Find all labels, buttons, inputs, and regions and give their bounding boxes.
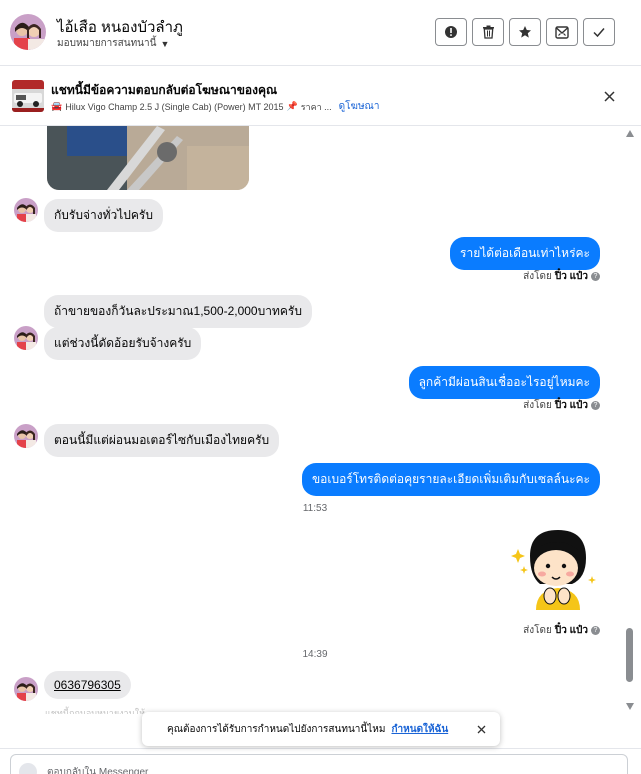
caret-down-icon: ▼ [160, 38, 170, 49]
close-popup-button[interactable] [474, 722, 488, 736]
conversation-header: ไอ้เสือ หนองบัวลำภู มอบหมายการสนทนานี้ ▼ [0, 0, 641, 66]
ad-reply-banner: แชทนี้มีข้อความตอบกลับต่อโฆษณาของคุณ 🚘 H… [0, 66, 641, 126]
phone-number-message[interactable]: 0636796305 [44, 671, 131, 699]
ad-banner-title: แชทนี้มีข้อความตอบกลับต่อโฆษณาของคุณ [51, 83, 278, 97]
sent-by-name: ปิ๋ว แป๋ว [554, 271, 588, 282]
outgoing-message[interactable]: ลูกค้ามีผ่อนสินเชื่ออะไรอยู่ไหมคะ [408, 366, 600, 399]
scroll-down-arrow-icon[interactable] [626, 703, 634, 710]
reply-input[interactable]: ตอบกลับใน Messenger [10, 754, 628, 774]
sent-by-name: ปิ๋ว แป๋ว [554, 400, 588, 411]
trash-icon [482, 25, 494, 39]
car-icon: 🚘 [51, 101, 63, 111]
message-image[interactable] [47, 126, 249, 190]
assign-to-me-link[interactable]: กำหนดให้ฉัน [391, 722, 448, 737]
sent-by-prefix: ส่งโดย [523, 271, 552, 282]
message-thread[interactable]: กับรับจ่างทั่วไปครับ รายได้ต่อเดือนเท่าไ… [0, 126, 622, 714]
close-icon [603, 90, 615, 102]
scroll-thumb[interactable] [626, 628, 633, 682]
check-icon [593, 28, 605, 38]
mark-unread-button[interactable] [546, 18, 578, 46]
help-icon[interactable]: ? [591, 272, 600, 281]
report-button[interactable] [435, 18, 467, 46]
mark-done-button[interactable] [583, 18, 615, 46]
ad-thumbnail[interactable] [12, 80, 44, 112]
help-icon[interactable]: ? [591, 401, 600, 410]
delete-button[interactable] [472, 18, 504, 46]
mark-unread-icon [555, 25, 569, 39]
close-banner-button[interactable] [599, 86, 619, 106]
ad-description: Hilux Vigo Champ 2.5 J (Single Cab) (Pow… [65, 101, 284, 112]
assign-label: มอบหมายการสนทนานี้ [57, 38, 157, 49]
sticker-image[interactable] [510, 524, 602, 616]
sent-by-label: ส่งโดย ปิ๋ว แป๋ว ? [523, 398, 600, 413]
outgoing-message[interactable]: ขอเบอร์โทรติดต่อคุยรายละเอียดเพิ่มเติมกั… [301, 463, 600, 496]
message-timestamp: 11:53 [302, 503, 328, 514]
incoming-message[interactable]: ตอนนี้มีแต่ผ่อนมอเตอร์ไซกับเมืองไทยครับ [44, 424, 280, 457]
ad-price: ราคา ... [300, 101, 332, 112]
assignment-notice: แชทนี้ถูกมอบหมายงานให้ [45, 708, 146, 714]
incoming-message[interactable]: แต่ช่วงนี้ดัดอ้อยรับจ้างครับ [44, 327, 202, 360]
star-button[interactable] [509, 18, 541, 46]
assign-conversation-dropdown[interactable]: มอบหมายการสนทนานี้ ▼ [57, 36, 169, 51]
contact-avatar-small[interactable] [14, 677, 38, 701]
header-actions [435, 18, 615, 46]
sent-by-label: ส่งโดย ปิ๋ว แป๋ว ? [523, 623, 600, 638]
view-ad-link[interactable]: ดูโฆษณา [339, 99, 380, 114]
report-icon [445, 26, 457, 38]
contact-avatar-small[interactable] [14, 198, 38, 222]
sent-by-prefix: ส่งโดย [523, 400, 552, 411]
close-icon [477, 725, 485, 733]
sent-by-prefix: ส่งโดย [523, 625, 552, 636]
sent-by-name: ปิ๋ว แป๋ว [554, 625, 588, 636]
reply-placeholder: ตอบกลับใน Messenger [47, 767, 149, 774]
divider [0, 748, 641, 749]
assign-prompt-text: คุณต้องการได้รับการกำหนดไปยังการสนทนานี้… [167, 723, 386, 735]
sent-by-label: ส่งโดย ปิ๋ว แป๋ว ? [523, 269, 600, 284]
outgoing-message[interactable]: รายได้ต่อเดือนเท่าไหร่คะ [450, 237, 600, 270]
contact-avatar-small[interactable] [14, 326, 38, 350]
incoming-message[interactable]: กับรับจ่างทั่วไปครับ [44, 199, 163, 232]
assign-prompt-popup: คุณต้องการได้รับการกำหนดไปยังการสนทนานี้… [142, 712, 500, 746]
contact-avatar[interactable] [10, 14, 46, 50]
incoming-message[interactable]: ถ้าขายของก็วันละประมาณ1,500-2,000บาทครับ [44, 295, 312, 328]
star-icon [519, 26, 531, 38]
ad-description-line: 🚘 Hilux Vigo Champ 2.5 J (Single Cab) (P… [51, 99, 379, 114]
contact-avatar-small[interactable] [14, 424, 38, 448]
messenger-icon [19, 763, 37, 774]
pin-icon: 📌 [286, 101, 298, 111]
chat-scrollbar[interactable] [623, 126, 635, 714]
help-icon[interactable]: ? [591, 626, 600, 635]
scroll-up-arrow-icon[interactable] [626, 130, 634, 137]
message-timestamp: 14:39 [302, 649, 328, 660]
